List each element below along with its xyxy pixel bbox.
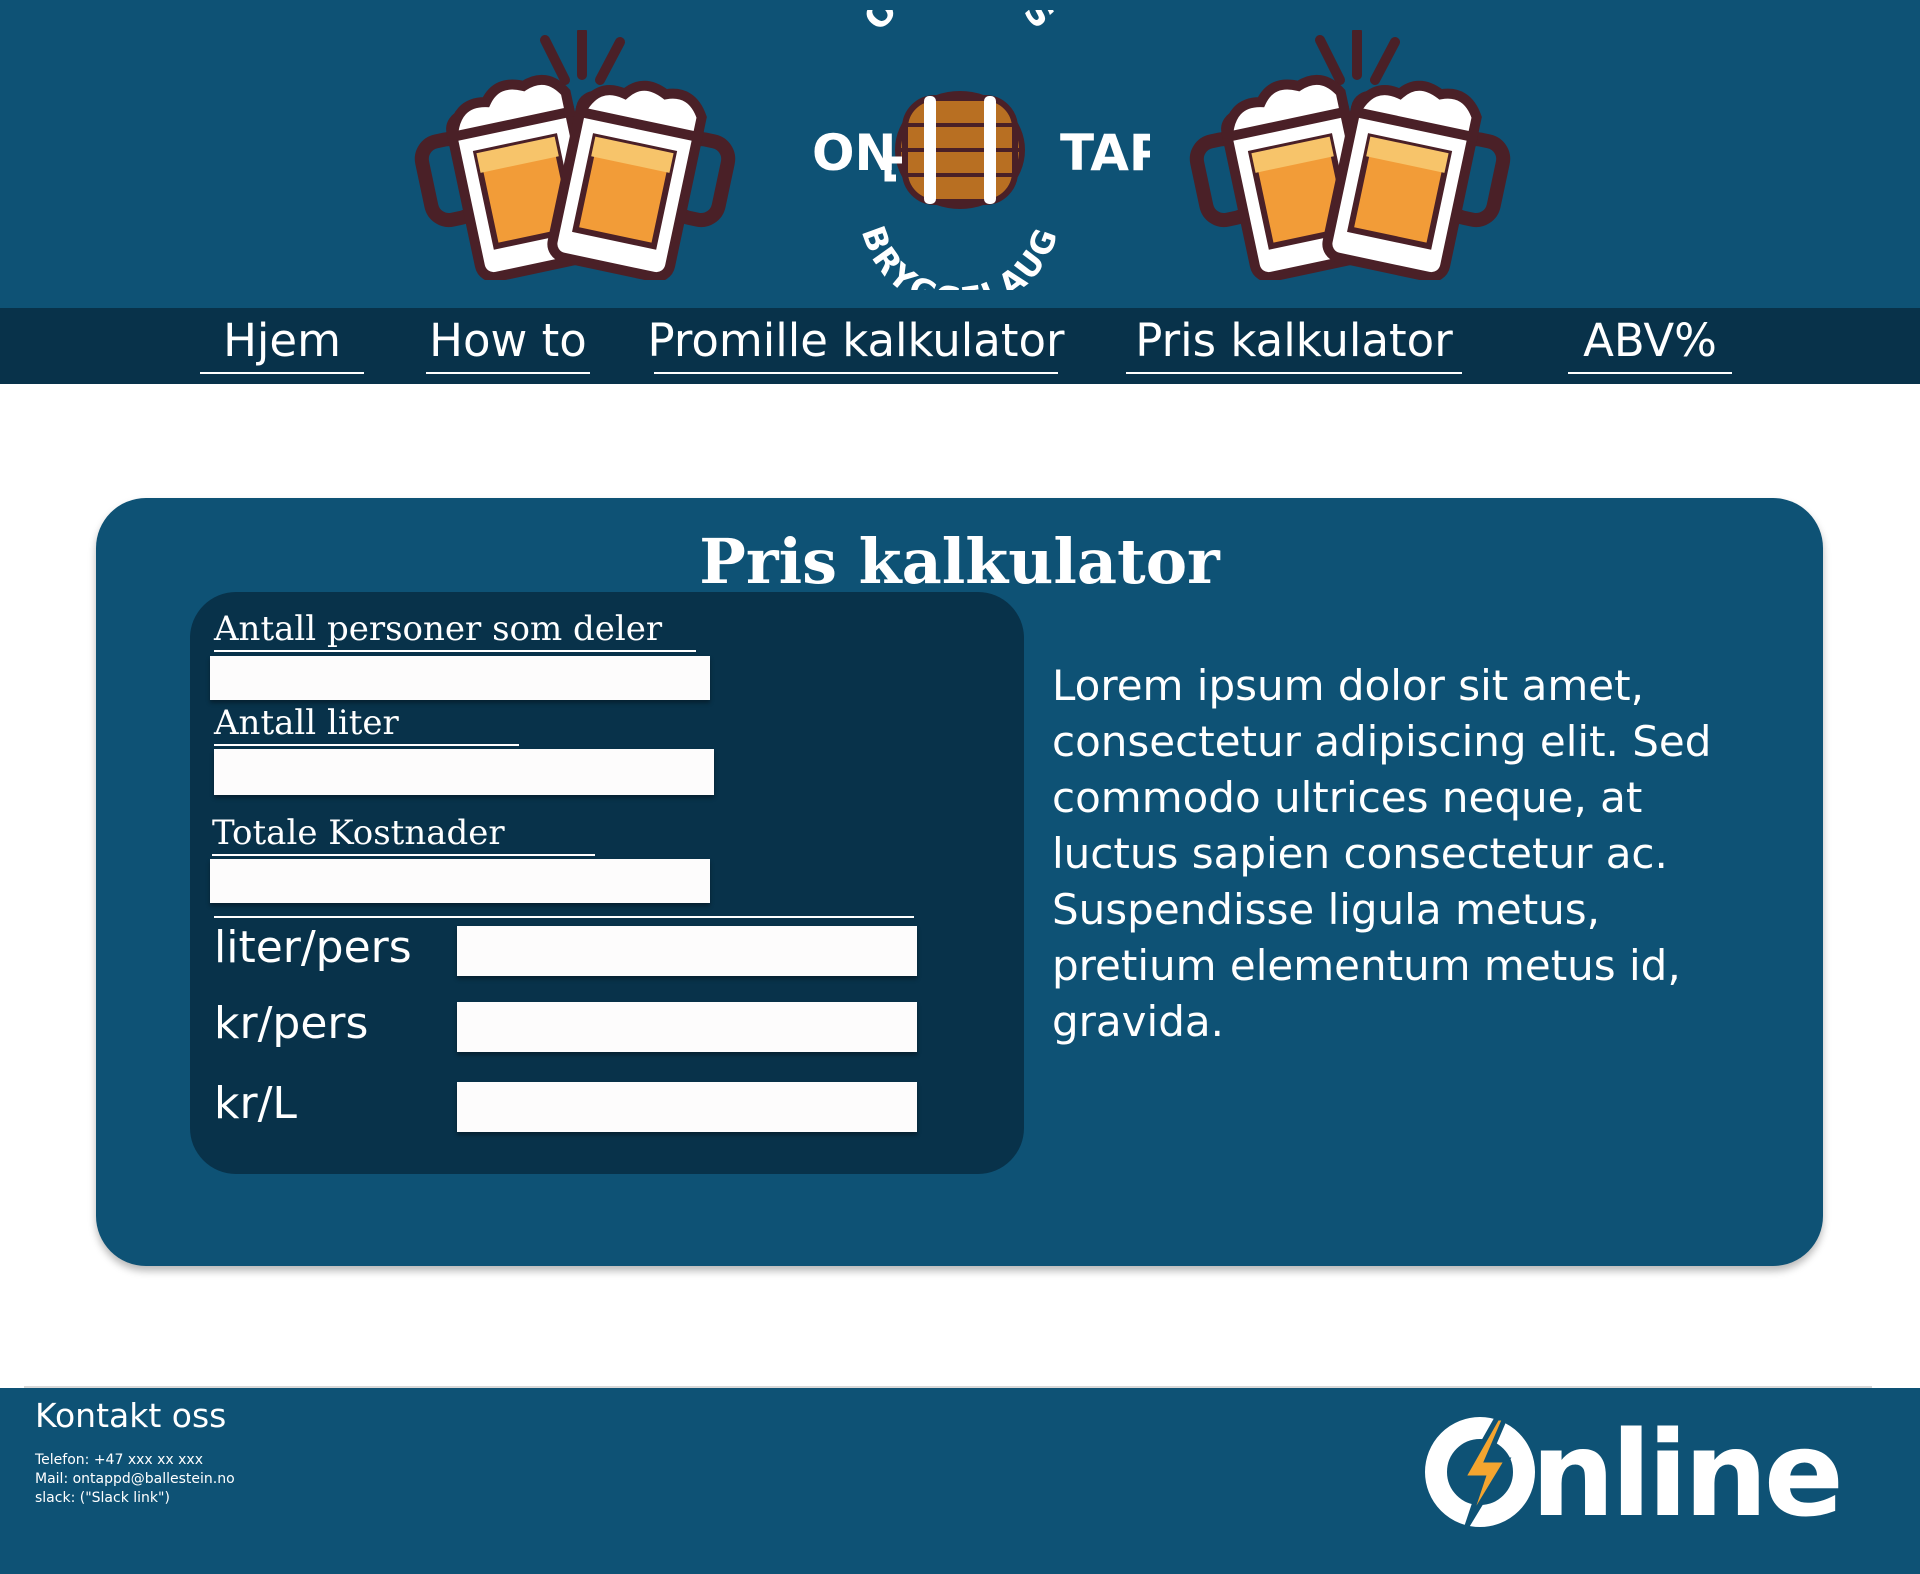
pris-kalkulator-card: Pris kalkulator Antall personer som dele… xyxy=(96,498,1823,1266)
liter-per-person-output[interactable] xyxy=(457,926,917,976)
antall-liter-input[interactable] xyxy=(214,749,714,795)
kr-per-liter-label: kr/L xyxy=(214,1078,297,1129)
calculator-form: Antall personer som deler Antall liter T… xyxy=(190,592,1024,1174)
svg-text:nline: nline xyxy=(1531,1410,1840,1530)
nav-item-how-to[interactable]: How to xyxy=(426,308,590,374)
contact-title: Kontakt oss xyxy=(35,1396,227,1435)
antall-personer-label: Antall personer som deler xyxy=(214,608,697,652)
svg-text:ON: ON xyxy=(812,124,896,182)
site-header: ONLINES ON TAP BRYGGELAUG xyxy=(0,0,1920,308)
nav-item-abv[interactable]: ABV% xyxy=(1568,308,1732,374)
nav-item-hjem[interactable]: Hjem xyxy=(200,308,364,374)
antall-liter-label: Antall liter xyxy=(214,702,519,746)
beer-mugs-cheers-icon xyxy=(1189,30,1511,280)
antall-personer-input[interactable] xyxy=(210,656,710,700)
nav-item-promille-kalkulator[interactable]: Promille kalkulator xyxy=(647,308,1065,374)
contact-phone: Telefon: +47 xxx xx xxx xyxy=(35,1452,203,1468)
onlines-on-tap-logo: ONLINES ON TAP BRYGGELAUG xyxy=(812,10,1150,290)
main-nav: Hjem How to Promille kalkulator Pris kal… xyxy=(0,308,1920,384)
site-footer: Kontakt oss Telefon: +47 xxx xx xxx Mail… xyxy=(0,1388,1920,1574)
beer-mugs-cheers-icon xyxy=(414,30,736,280)
totale-kostnader-label: Totale Kostnader xyxy=(212,812,595,856)
page-title: Pris kalkulator xyxy=(699,525,1220,598)
barrel-icon xyxy=(884,91,1025,209)
liter-per-person-label: liter/pers xyxy=(214,922,412,973)
contact-mail[interactable]: Mail: ontappd@ballestein.no xyxy=(35,1470,235,1489)
kr-per-person-label: kr/pers xyxy=(214,998,369,1049)
kr-per-person-output[interactable] xyxy=(457,1002,917,1052)
svg-text:TAP: TAP xyxy=(1060,124,1150,182)
totale-kostnader-input[interactable] xyxy=(210,859,710,903)
description-text: Lorem ipsum dolor sit amet, consectetur … xyxy=(1052,661,1712,1046)
contact-slack[interactable]: slack: ("Slack link") xyxy=(35,1489,170,1508)
svg-text:BRYGGELAUG: BRYGGELAUG xyxy=(854,221,1066,290)
svg-text:ONLINES: ONLINES xyxy=(856,10,1063,39)
kr-per-liter-output[interactable] xyxy=(457,1082,917,1132)
nav-item-pris-kalkulator[interactable]: Pris kalkulator xyxy=(1126,308,1462,374)
online-logo[interactable]: nline xyxy=(1425,1410,1855,1530)
divider xyxy=(214,916,914,918)
